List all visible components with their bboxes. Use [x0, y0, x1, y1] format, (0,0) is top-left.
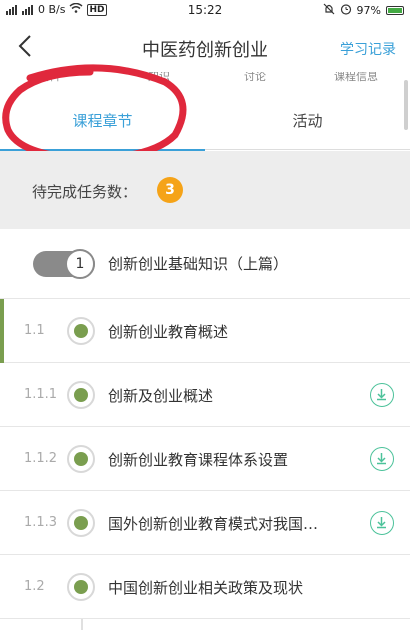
tab-course-chapters[interactable]: 课程章节 — [0, 92, 205, 151]
back-button[interactable] — [14, 32, 38, 60]
progress-dot-icon — [67, 573, 95, 601]
lesson-row[interactable]: 1.1.1 创新及创业概述 — [0, 363, 410, 427]
lesson-title: 中国创新创业相关政策及现状 — [108, 579, 304, 597]
lesson-row[interactable]: 1.1 创新创业教育概述 — [0, 299, 410, 363]
top-tabs-truncated: 资料 知识 讨论 课程信息 — [0, 72, 410, 86]
top-tab-materials[interactable]: 资料 — [38, 72, 60, 84]
lesson-row[interactable]: 1.2 中国创新创业相关政策及现状 — [0, 555, 410, 619]
progress-dot-icon — [67, 445, 95, 473]
status-bar: 0 B/s HD 15:22 97% — [0, 0, 410, 20]
lesson-title: 创新创业教育课程体系设置 — [108, 451, 289, 469]
top-tab-knowledge[interactable]: 知识 — [148, 72, 170, 84]
chapter-number: 1 — [65, 249, 95, 279]
chapter-toggle[interactable]: 1 — [33, 249, 95, 279]
mute-icon — [323, 3, 335, 18]
battery-icon — [386, 6, 404, 15]
lesson-title: 创新及创业概述 — [108, 387, 214, 405]
lesson-number: 1.1 — [24, 323, 45, 338]
lesson-title: 创新创业教育概述 — [108, 323, 229, 341]
download-icon[interactable] — [370, 383, 394, 407]
download-icon[interactable] — [370, 511, 394, 535]
lesson-number: 1.1.3 — [24, 515, 58, 530]
lesson-row[interactable]: 1.1.2 创新创业教育课程体系设置 — [0, 427, 410, 491]
pending-tasks-panel: 待完成任务数： — [0, 151, 410, 229]
lesson-number: 1.1.2 — [24, 451, 58, 466]
battery-percent: 97% — [356, 4, 381, 17]
progress-dot-icon — [67, 381, 95, 409]
lesson-row[interactable]: 1.1.3 国外创新创业教育模式对我国… — [0, 491, 410, 555]
status-right: 97% — [323, 3, 404, 18]
tab-activities[interactable]: 活动 — [205, 92, 410, 150]
pending-tasks-badge[interactable]: 3 — [157, 177, 183, 203]
lesson-number: 1.1.1 — [24, 387, 58, 402]
pending-tasks-label: 待完成任务数： — [32, 183, 138, 201]
progress-dot-icon — [67, 317, 95, 345]
chapter-title: 创新创业基础知识（上篇） — [108, 255, 289, 273]
lesson-title: 国外创新创业教育模式对我国… — [108, 515, 319, 533]
lesson-number: 1.2 — [24, 579, 45, 594]
chapter-header[interactable]: 1 创新创业基础知识（上篇） — [0, 229, 410, 299]
title-bar: 中医药创新创业 学习记录 — [0, 20, 410, 72]
top-tab-discussion[interactable]: 讨论 — [244, 72, 266, 84]
progress-dot-icon — [67, 509, 95, 537]
chevron-left-icon — [18, 35, 31, 57]
top-tab-course-info[interactable]: 课程信息 — [334, 72, 378, 84]
scrollbar[interactable] — [404, 80, 408, 130]
download-icon[interactable] — [370, 447, 394, 471]
alarm-icon — [340, 3, 352, 18]
learning-record-link[interactable]: 学习记录 — [340, 39, 396, 59]
chapter-tabs: 课程章节 活动 — [0, 92, 410, 151]
